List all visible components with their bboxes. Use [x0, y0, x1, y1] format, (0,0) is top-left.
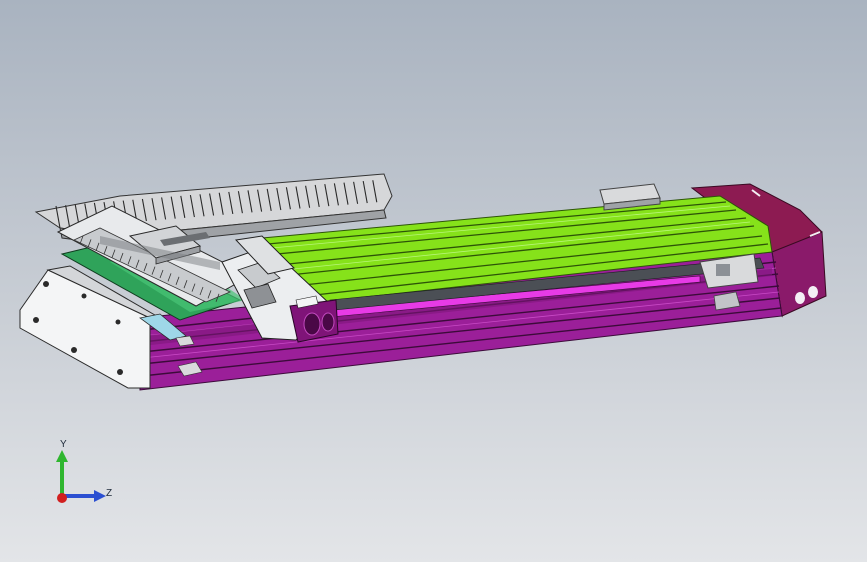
- y-axis-arrow: [56, 450, 68, 462]
- cad-model[interactable]: [0, 0, 867, 562]
- graphics-viewport[interactable]: Y Z: [0, 0, 867, 562]
- coordinate-triad: Y Z: [44, 438, 120, 508]
- y-axis-label: Y: [60, 439, 67, 450]
- x-axis-origin: [57, 493, 67, 503]
- z-axis-label: Z: [106, 488, 113, 499]
- z-axis-arrow: [94, 490, 106, 502]
